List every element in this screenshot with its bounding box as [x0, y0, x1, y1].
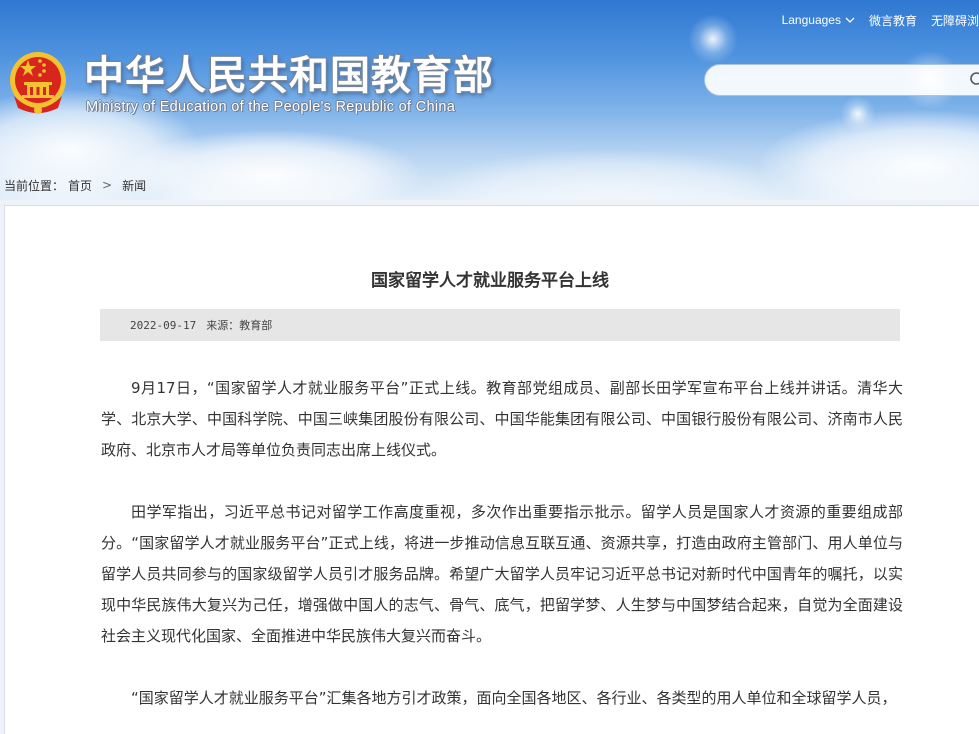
breadcrumb-prefix: 当前位置： [4, 178, 65, 193]
article-body: 9月17日，“国家留学人才就业服务平台”正式上线。教育部党组成员、副部长田学军宣… [101, 373, 903, 734]
national-emblem-icon[interactable] [6, 50, 70, 116]
article-date: 2022-09-17 [130, 318, 197, 332]
cloud-decoration [430, 150, 790, 200]
dandelion-decoration [688, 14, 738, 64]
article-panel: 国家留学人才就业服务平台上线 2022-09-17 来源：教育部 9月17日，“… [4, 205, 979, 734]
article-meta: 2022-09-17 来源：教育部 [100, 309, 900, 341]
wechat-link[interactable]: 微言教育 [869, 12, 917, 29]
article-paragraph: 田学军指出，习近平总书记对留学工作高度重视，多次作出重要指示批示。留学人员是国家… [101, 503, 903, 645]
search-icon[interactable] [969, 71, 979, 89]
languages-label: Languages [781, 13, 841, 27]
site-title[interactable]: 中华人民共和国教育部 [84, 52, 494, 100]
breadcrumb-current[interactable]: 新闻 [122, 177, 146, 194]
accessibility-link[interactable]: 无障碍浏 [931, 12, 979, 29]
breadcrumb: 当前位置： 首页 > 新闻 [4, 177, 146, 193]
site-header: 中华人民共和国教育部 Ministry of Education of the … [0, 0, 979, 200]
chevron-down-icon [845, 17, 855, 23]
search-box[interactable] [704, 64, 979, 96]
languages-menu[interactable]: Languages [782, 13, 855, 27]
breadcrumb-home[interactable]: 首页 [68, 177, 92, 194]
dandelion-decoration [840, 96, 876, 132]
article-paragraph: “国家留学人才就业服务平台”汇集各地方引才政策，面向全国各地区、各行业、各类型的… [131, 689, 897, 707]
site-subtitle: Ministry of Education of the People's Re… [86, 99, 456, 115]
article-source: 来源：教育部 [206, 319, 273, 332]
article-title: 国家留学人才就业服务平台上线 [371, 271, 609, 291]
article-paragraph: 9月17日，“国家留学人才就业服务平台”正式上线。教育部党组成员、副部长田学军宣… [101, 379, 903, 459]
chevron-right-icon: > [102, 178, 113, 192]
top-links: Languages 微言教育 无障碍浏 [782, 10, 979, 30]
